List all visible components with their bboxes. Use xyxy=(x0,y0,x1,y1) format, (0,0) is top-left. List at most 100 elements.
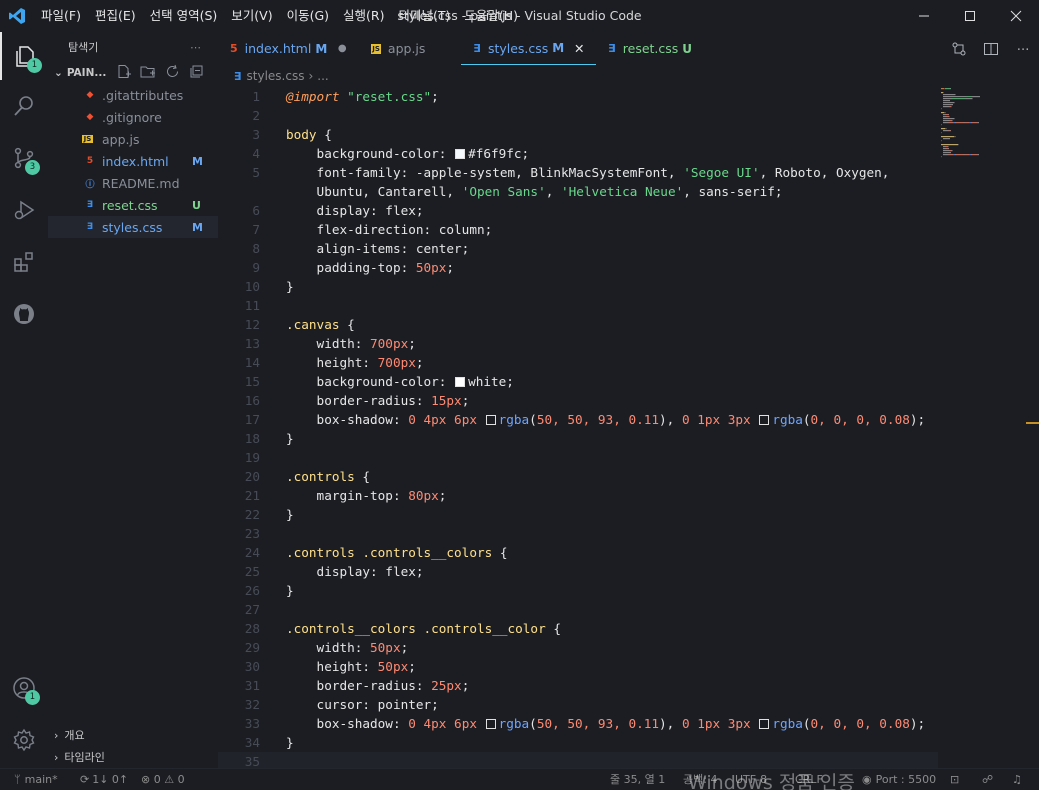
timeline-section[interactable]: › 타임라인 xyxy=(48,746,218,768)
code-token: ; xyxy=(408,336,416,351)
refresh-icon[interactable] xyxy=(165,64,180,82)
minimap-line xyxy=(948,148,949,150)
menu-item[interactable]: 보기(V) xyxy=(224,0,279,32)
search-icon[interactable] xyxy=(0,82,48,130)
breadcrumb-file[interactable]: styles.css xyxy=(247,69,305,83)
menu-item[interactable]: 이동(G) xyxy=(280,0,336,32)
file-item[interactable]: ∃ reset.css U xyxy=(48,194,218,216)
new-folder-icon[interactable] xyxy=(140,64,156,82)
minimap-line xyxy=(946,116,949,118)
minimap-line xyxy=(946,148,949,150)
close-tab-icon[interactable]: ✕ xyxy=(572,41,586,56)
branch-indicator[interactable]: ᛘ main* xyxy=(14,769,58,790)
branch-icon: ᛘ xyxy=(14,773,21,786)
editor-tab[interactable]: ∃ styles.css M ✕ xyxy=(461,32,597,65)
collapse-all-icon[interactable] xyxy=(189,64,204,82)
unsaved-dot-icon[interactable]: ● xyxy=(335,43,349,54)
line-number: 16 xyxy=(244,393,260,408)
minimap-line xyxy=(950,130,951,132)
color-swatch[interactable] xyxy=(759,415,770,425)
color-swatch[interactable] xyxy=(455,149,466,159)
code-line: 4 background-color: #f6f9fc; xyxy=(218,144,938,163)
outline-section[interactable]: › 개요 xyxy=(48,724,218,746)
breadcrumb-separator: › xyxy=(308,69,314,83)
workspace-root[interactable]: ⌄ PAIN... xyxy=(48,62,218,84)
menu-item[interactable]: 실행(R) xyxy=(336,0,391,32)
tab-label: styles.css xyxy=(487,40,549,56)
explorer-icon[interactable]: 1 xyxy=(0,32,48,80)
cursor-position[interactable]: 줄 35, 열 1 xyxy=(610,769,665,790)
editor-tab[interactable]: 5 index.html M ● xyxy=(218,32,359,65)
code-text: Ubuntu, Cantarell, 'Open Sans', 'Helveti… xyxy=(286,182,783,201)
encoding[interactable]: UTF-8 xyxy=(735,769,767,790)
open-changes-icon[interactable] xyxy=(943,32,975,65)
file-item[interactable]: JS app.js xyxy=(48,128,218,150)
code-token: 0, 0, 0, 0.08 xyxy=(810,412,910,427)
github-icon[interactable] xyxy=(0,290,48,338)
accounts-icon[interactable]: 1 xyxy=(0,664,48,712)
live-server-port[interactable]: ◉ Port : 5500 xyxy=(862,769,936,790)
code-line: 5 font-family: -apple-system, BlinkMacSy… xyxy=(218,163,938,182)
feedback-icon[interactable]: ☍ xyxy=(982,769,993,790)
split-editor-icon[interactable] xyxy=(975,32,1007,65)
line-number: 31 xyxy=(244,678,260,693)
menu-item[interactable]: 도움말(H) xyxy=(457,0,525,32)
file-item[interactable]: ∃ styles.css M xyxy=(48,216,218,238)
file-item[interactable]: 5 index.html M xyxy=(48,150,218,172)
minimap-line xyxy=(953,154,955,156)
color-swatch[interactable] xyxy=(455,377,466,387)
explorer-title: 탐색기 xyxy=(68,41,99,54)
file-item[interactable]: ◆ .gitattributes xyxy=(48,84,218,106)
file-item[interactable]: ⓘ README.md xyxy=(48,172,218,194)
sync-indicator[interactable]: ⟳ 1↓ 0↑ xyxy=(80,769,128,790)
line-number: 6 xyxy=(252,203,260,218)
code-line: 20 .controls { xyxy=(218,467,938,486)
color-swatch[interactable] xyxy=(485,719,496,729)
problems-indicator[interactable]: ⊗ 0 ⚠ 0 xyxy=(141,769,185,790)
minimap-line xyxy=(943,118,952,120)
color-swatch[interactable] xyxy=(485,415,496,425)
code-line: 15 background-color: white; xyxy=(218,372,938,391)
code-editor[interactable]: 1 @import "reset.css"; 2 3 body {4 backgroun… xyxy=(218,87,938,771)
line-ending[interactable]: CRLF xyxy=(795,769,823,790)
code-token: ); xyxy=(909,716,926,731)
color-swatch[interactable] xyxy=(759,719,770,729)
chevron-down-icon: ⌄ xyxy=(54,67,63,79)
source-control-icon[interactable]: 3 xyxy=(0,134,48,182)
code-token: rgba xyxy=(772,412,803,427)
indentation[interactable]: 공백: 4 xyxy=(683,769,717,790)
code-token: , xyxy=(545,184,561,199)
menu-item[interactable]: 파일(F) xyxy=(34,0,88,32)
file-item[interactable]: ◆ .gitignore xyxy=(48,106,218,128)
code-token: ; xyxy=(521,146,530,161)
terminal-icon[interactable]: ⊡ xyxy=(950,769,959,790)
code-token: .controls .controls__colors xyxy=(286,545,493,560)
code-token: .controls xyxy=(286,469,355,484)
editor-more-icon[interactable]: ⋯ xyxy=(1007,32,1039,65)
run-debug-icon[interactable] xyxy=(0,186,48,234)
line-number: 3 xyxy=(252,127,260,142)
menu-item[interactable]: 터미널(T) xyxy=(392,0,458,32)
code-token: background-color: xyxy=(286,146,455,161)
close-icon[interactable] xyxy=(993,0,1039,32)
line-number: 19 xyxy=(244,450,260,465)
maximize-icon[interactable] xyxy=(947,0,993,32)
settings-gear-icon[interactable] xyxy=(0,716,48,764)
menu-item[interactable]: 선택 영역(S) xyxy=(143,0,225,32)
more-actions-icon[interactable]: ⋯ xyxy=(190,41,202,54)
code-token: margin-top: xyxy=(286,488,409,503)
code-token: , Roboto, Oxygen, xyxy=(759,165,890,180)
minimap[interactable] xyxy=(940,87,1028,167)
workspace-name: PAIN... xyxy=(66,67,107,79)
minimize-icon[interactable] xyxy=(901,0,947,32)
editor-tab[interactable]: ∃ reset.css U xyxy=(596,32,724,65)
minimap-line xyxy=(978,154,979,156)
minimap-line xyxy=(943,154,949,156)
menu-item[interactable]: 편집(E) xyxy=(88,0,143,32)
new-file-icon[interactable] xyxy=(116,64,132,82)
breadcrumb-symbol[interactable]: ... xyxy=(317,69,328,83)
notifications-bell-icon[interactable]: ♫ xyxy=(1012,769,1022,790)
editor-tab[interactable]: JS app.js xyxy=(359,32,461,65)
extensions-icon[interactable] xyxy=(0,238,48,286)
minimap-line xyxy=(946,146,948,148)
